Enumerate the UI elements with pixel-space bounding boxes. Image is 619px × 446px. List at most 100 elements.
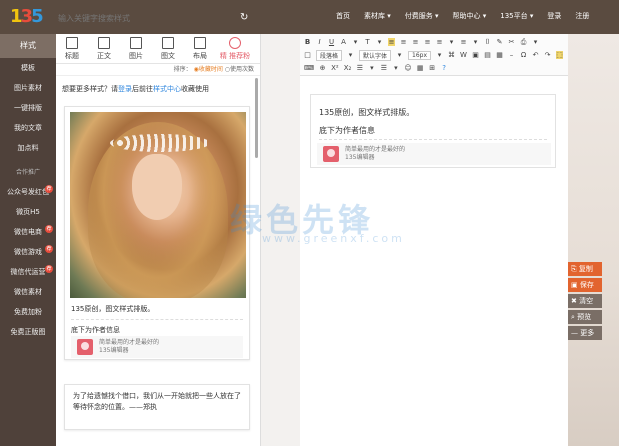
font-family-dropdown[interactable]: ▾	[396, 51, 403, 59]
underline-button[interactable]: U	[328, 38, 335, 46]
tab-image-text[interactable]: 图文	[152, 34, 184, 63]
tab-body[interactable]: 正文	[88, 34, 120, 63]
title-icon	[66, 37, 78, 49]
bg-color-button[interactable]: T	[364, 38, 371, 46]
line-height-button[interactable]: ≡	[436, 38, 443, 46]
select-all-icon[interactable]: ⬚	[556, 51, 563, 59]
align-justify-button[interactable]: ≡	[424, 38, 431, 46]
editor-author-info[interactable]: 简单最用的才是最好的 135编辑器	[317, 143, 551, 165]
unordered-list-dropdown[interactable]: ▾	[392, 64, 399, 72]
find-icon[interactable]: ⊞	[429, 64, 436, 72]
style-card[interactable]: 135原创，图文样式排版。 底下为作者信息 简单最用的才是最好的 135编辑器	[64, 106, 250, 360]
panel-scrollbar[interactable]	[255, 78, 258, 158]
print-icon[interactable]: ⎙	[520, 38, 527, 47]
redo-icon[interactable]: ↷	[544, 51, 551, 59]
nav-material[interactable]: 素材库 ▾	[364, 11, 391, 25]
nav-paid-service[interactable]: 付费服务 ▾	[405, 11, 439, 25]
sidebar-item-red-packet[interactable]: 公众号发红包荐	[0, 182, 56, 202]
sort-by-favorite-time[interactable]: ◉收藏时间	[194, 66, 223, 73]
map-icon[interactable]: ▦	[417, 64, 424, 72]
more-dropdown[interactable]: ▾	[532, 38, 539, 46]
nav-home[interactable]: 首页	[336, 11, 350, 25]
quote-card[interactable]: 为了给遗憾找个借口，我们从一开始就把一些人放在了等待怀念的位置。——郑执	[64, 384, 250, 430]
align-center-button[interactable]: ≡	[400, 38, 407, 46]
format-icon[interactable]: ⌷	[484, 38, 491, 47]
preview-button[interactable]: ⌕ 预览	[568, 310, 602, 324]
font-family-select[interactable]: 默认字体	[359, 49, 391, 61]
tab-image[interactable]: 图片	[120, 34, 152, 63]
sidebar-item-free-fans[interactable]: 免费加粉	[0, 302, 56, 322]
sidebar-item-my-articles[interactable]: 我的文章	[0, 118, 56, 138]
clear-button[interactable]: ✖ 清空	[568, 294, 602, 308]
recommend-badge: 荐	[45, 225, 53, 233]
sidebar-item-extras[interactable]: 加点料	[0, 138, 56, 158]
tab-recommend[interactable]: 精 推荐粉	[216, 34, 254, 63]
paragraph-dropdown[interactable]: ▾	[347, 51, 354, 59]
align-left-button[interactable]: ≡	[388, 38, 395, 46]
superscript-button[interactable]: X²	[331, 64, 339, 72]
editor-line2[interactable]: 底下为作者信息	[319, 125, 375, 136]
ordered-list-button[interactable]: ☰	[356, 64, 363, 72]
editor-document[interactable]: 135原创，图文样式排版。 底下为作者信息 简单最用的才是最好的 135编辑器	[310, 94, 556, 168]
search-icon: ⌕	[571, 313, 575, 321]
sidebar-item-ecommerce[interactable]: 微信电商荐	[0, 222, 56, 242]
emoji-icon[interactable]: ☺	[404, 64, 411, 72]
sidebar-item-styles[interactable]: 样式	[0, 34, 56, 58]
source-icon[interactable]: □	[304, 51, 311, 59]
font-color-dropdown[interactable]: ▾	[352, 38, 359, 46]
search-input[interactable]	[58, 11, 258, 25]
table-icon[interactable]: ▤	[484, 51, 491, 59]
nav-platform[interactable]: 135平台 ▾	[500, 11, 533, 25]
tab-layout[interactable]: 布局	[184, 34, 216, 63]
undo-icon[interactable]: ↶	[532, 51, 539, 59]
italic-button[interactable]: I	[316, 38, 323, 46]
brush-icon[interactable]: ✎	[496, 38, 503, 46]
spacing-dropdown[interactable]: ▾	[472, 38, 479, 46]
align-right-button[interactable]: ≡	[412, 38, 419, 46]
sidebar-item-games[interactable]: 微信游戏荐	[0, 242, 56, 262]
sidebar-item-free-images[interactable]: 免费正版图	[0, 322, 56, 342]
insert-icon[interactable]: ⊕	[319, 64, 326, 72]
save-button[interactable]: ▣ 保存	[568, 278, 602, 292]
image-insert-icon[interactable]: ▣	[472, 51, 479, 59]
tab-title[interactable]: 标题	[56, 34, 88, 63]
sidebar-item-operation[interactable]: 微信代运营荐	[0, 262, 56, 282]
bg-color-dropdown[interactable]: ▾	[376, 38, 383, 46]
flower-crown	[110, 134, 210, 152]
spacing-button[interactable]: ≡	[460, 38, 467, 46]
nav-help[interactable]: 帮助中心 ▾	[453, 11, 487, 25]
style-center-link[interactable]: 样式中心	[153, 85, 181, 93]
nav-login[interactable]: 登录	[547, 11, 561, 25]
paragraph-select[interactable]: 段落格	[316, 49, 342, 61]
sidebar-item-h5[interactable]: 微页H5	[0, 202, 56, 222]
bold-button[interactable]: B	[304, 38, 311, 46]
grid-icon[interactable]: ▦	[496, 51, 503, 59]
copy-button[interactable]: ⎘ 复制	[568, 262, 602, 276]
more-button[interactable]: — 更多	[568, 326, 602, 340]
refresh-icon[interactable]: ↻	[240, 12, 248, 23]
help-icon[interactable]: ?	[441, 64, 448, 72]
login-link[interactable]: 登录	[118, 85, 132, 93]
keyboard-icon[interactable]: ⌨	[304, 64, 314, 72]
word-icon[interactable]: W	[460, 51, 467, 59]
editor-line1[interactable]: 135原创，图文样式排版。	[319, 107, 414, 118]
line-height-dropdown[interactable]: ▾	[448, 38, 455, 46]
link-icon[interactable]: ⌘	[448, 51, 455, 59]
unordered-list-button[interactable]: ☰	[380, 64, 387, 72]
sidebar-item-images[interactable]: 图片素材	[0, 78, 56, 98]
logo[interactable]: 135	[10, 6, 46, 28]
eraser-icon[interactable]: ✂	[508, 38, 515, 46]
subscript-button[interactable]: X₂	[344, 64, 352, 72]
font-size-dropdown[interactable]: ▾	[436, 51, 443, 59]
sidebar-item-templates[interactable]: 模板	[0, 58, 56, 78]
font-size-select[interactable]: 16px	[408, 50, 431, 60]
editor-area[interactable]: 135原创，图文样式排版。 底下为作者信息 简单最用的才是最好的 135编辑器	[300, 76, 568, 446]
sidebar-item-one-click[interactable]: 一键排版	[0, 98, 56, 118]
sidebar-item-wechat-material[interactable]: 微信素材	[0, 282, 56, 302]
ordered-list-dropdown[interactable]: ▾	[368, 64, 375, 72]
sort-by-usage[interactable]: ○使用次数	[225, 66, 254, 73]
horizontal-rule-icon[interactable]: –	[508, 51, 515, 59]
font-color-button[interactable]: A	[340, 38, 347, 46]
special-char-icon[interactable]: Ω	[520, 51, 527, 59]
nav-register[interactable]: 注册	[575, 11, 589, 25]
